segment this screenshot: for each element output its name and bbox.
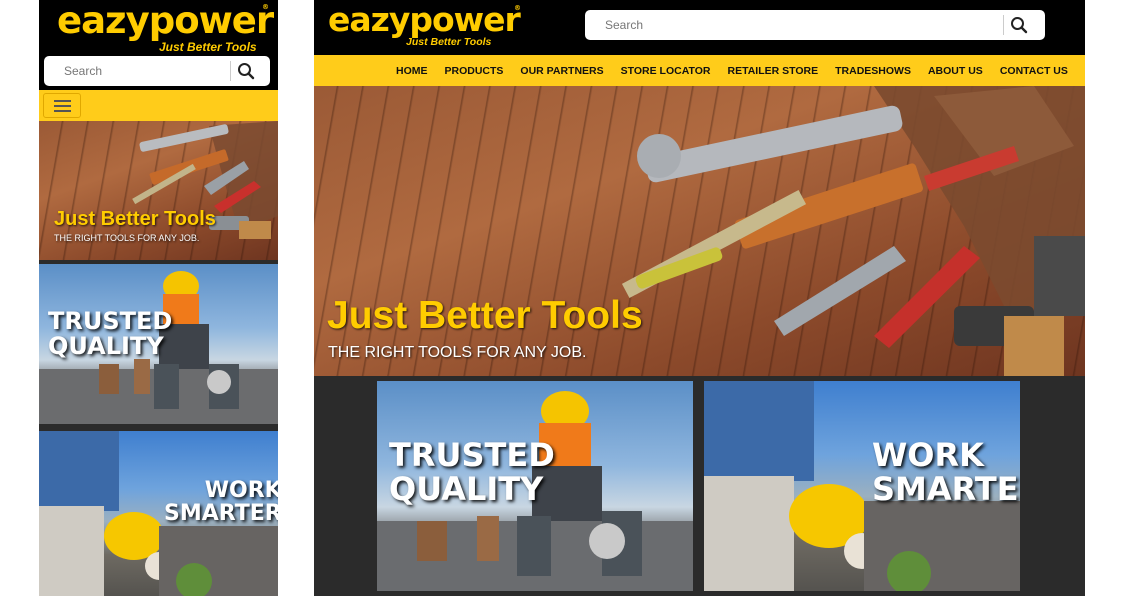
- promo-1-line-2: QUALITY: [48, 332, 164, 361]
- nav-item-products[interactable]: PRODUCTS: [445, 65, 504, 77]
- search-divider: [230, 61, 231, 81]
- desktop-promo-2-text: WORK SMARTER: [872, 436, 1020, 508]
- nav-item-about-us[interactable]: ABOUT US: [928, 65, 983, 77]
- desktop-search-input[interactable]: Search: [605, 18, 643, 32]
- mobile-header: eazypower ® Just Better Tools Search: [39, 0, 278, 90]
- nav-menu: HOME PRODUCTS OUR PARTNERS STORE LOCATOR…: [396, 55, 1085, 86]
- promo-1-line-1: TRUSTED: [389, 436, 555, 474]
- desktop-promo-work-smarter[interactable]: WORK SMARTER: [704, 381, 1020, 591]
- promo-2-line-1: WORK: [204, 478, 278, 503]
- trademark: ®: [262, 3, 269, 11]
- promo-1-line-2: QUALITY: [389, 469, 544, 508]
- mobile-search-bar: Search: [44, 56, 270, 86]
- desktop-header: eazypower ® Just Better Tools Search: [314, 0, 1085, 55]
- desktop-hero-subtitle: THE RIGHT TOOLS FOR ANY JOB.: [328, 344, 587, 361]
- hamburger-icon[interactable]: [43, 93, 81, 118]
- promo-1-line-1: TRUSTED: [48, 307, 173, 335]
- desktop-promo-1-text: TRUSTED QUALITY: [389, 436, 555, 508]
- desktop-nav-bar: HOME PRODUCTS OUR PARTNERS STORE LOCATOR…: [314, 55, 1085, 86]
- promo-2-line-2: SMARTER: [872, 469, 1020, 508]
- desktop-view: eazypower ® Just Better Tools Search HOME…: [314, 0, 1085, 596]
- mobile-search-input[interactable]: Search: [64, 64, 102, 78]
- mobile-promo-trusted-quality[interactable]: TRUSTED QUALITY: [39, 264, 278, 424]
- nav-item-our-partners[interactable]: OUR PARTNERS: [520, 65, 603, 77]
- nav-item-home[interactable]: HOME: [396, 65, 428, 77]
- mobile-promo-work-smarter[interactable]: WORK SMARTER: [39, 431, 278, 596]
- logo[interactable]: eazypower ®: [57, 0, 274, 42]
- search-divider: [1003, 15, 1004, 35]
- promo-2-line-2: SMARTER: [164, 501, 278, 527]
- desktop-promo-trusted-quality[interactable]: TRUSTED QUALITY: [377, 381, 693, 591]
- logo-tagline: Just Better Tools: [159, 40, 257, 54]
- nav-item-tradeshows[interactable]: TRADESHOWS: [835, 65, 911, 77]
- mobile-hero-subtitle: THE RIGHT TOOLS FOR ANY JOB.: [54, 233, 200, 243]
- logo-text: eazypower: [57, 0, 274, 42]
- logo-text: eazypower: [328, 0, 521, 39]
- mobile-nav-bar: [39, 90, 278, 121]
- nav-item-store-locator[interactable]: STORE LOCATOR: [621, 65, 711, 77]
- search-icon[interactable]: [237, 62, 255, 80]
- desktop-hero-banner[interactable]: Just Better Tools THE RIGHT TOOLS FOR AN…: [314, 86, 1085, 376]
- promo-2-line-1: WORK: [872, 436, 984, 474]
- nav-item-retailer-store[interactable]: RETAILER STORE: [728, 65, 819, 77]
- mobile-promo-2-text: WORK SMARTER: [164, 479, 278, 525]
- desktop-search-bar: Search: [585, 10, 1045, 40]
- mobile-hero-title: Just Better Tools: [54, 208, 216, 230]
- nav-item-contact-us[interactable]: CONTACT US: [1000, 65, 1068, 77]
- desktop-hero-title: Just Better Tools: [327, 294, 643, 337]
- mobile-view: eazypower ® Just Better Tools Search Just…: [39, 0, 278, 596]
- mobile-hero-banner[interactable]: Just Better Tools THE RIGHT TOOLS FOR AN…: [39, 121, 278, 260]
- search-icon[interactable]: [1010, 16, 1028, 34]
- logo-tagline: Just Better Tools: [406, 36, 492, 48]
- mobile-promo-1-text: TRUSTED QUALITY: [48, 307, 173, 361]
- trademark: ®: [514, 4, 521, 12]
- logo[interactable]: eazypower ®: [328, 0, 521, 39]
